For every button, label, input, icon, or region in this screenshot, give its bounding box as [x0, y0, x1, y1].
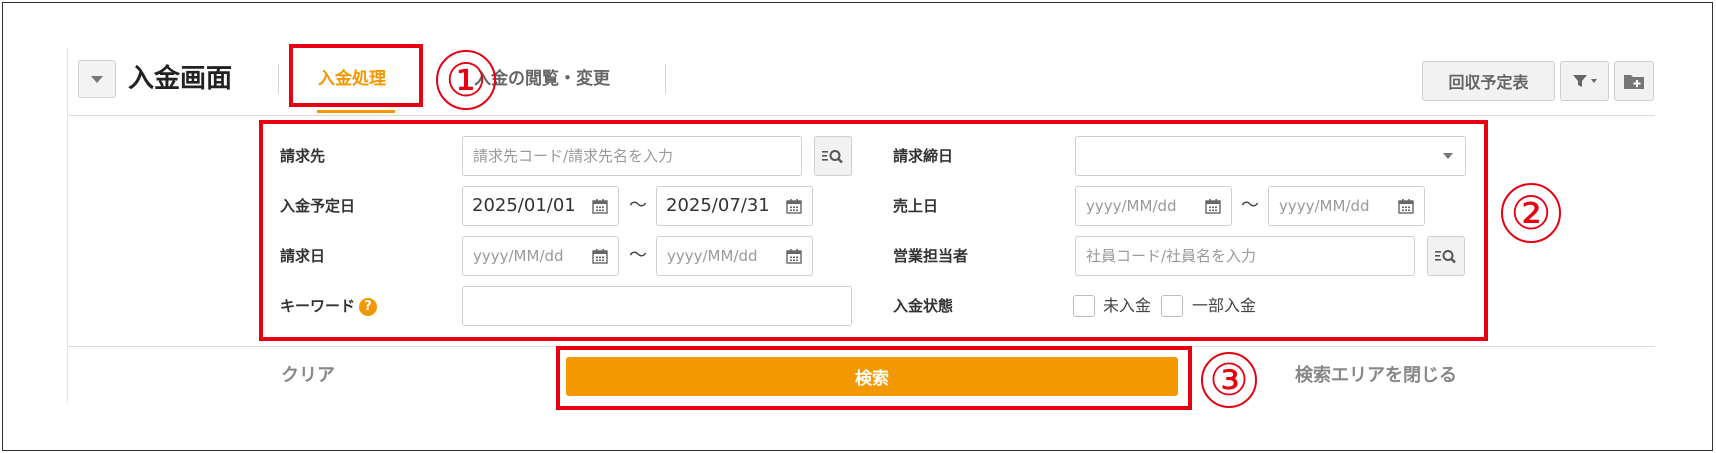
close-search-area-link[interactable]: 検索エリアを閉じる — [1295, 363, 1457, 389]
header-divider — [278, 64, 279, 94]
annotation-box-2 — [259, 120, 1488, 341]
annotation-number-2: ② — [1501, 183, 1561, 243]
caret-down-icon — [91, 75, 103, 83]
active-tab-indicator — [317, 110, 395, 113]
filter-icon — [1572, 75, 1597, 87]
panel-edge — [67, 48, 68, 403]
header-divider-line — [67, 115, 1655, 116]
collection-schedule-label: 回収予定表 — [1448, 73, 1529, 92]
folder-plus-icon — [1624, 75, 1644, 89]
collection-schedule-button[interactable]: 回収予定表 — [1422, 61, 1555, 101]
annotation-box-1 — [289, 44, 423, 107]
annotation-number-1: ① — [436, 50, 496, 110]
annotation-number-3: ③ — [1201, 352, 1257, 408]
annotation-box-3 — [556, 346, 1192, 410]
page-title: 入金画面 — [128, 64, 233, 94]
add-folder-button[interactable] — [1614, 61, 1654, 101]
collapse-toggle-button[interactable] — [78, 60, 116, 98]
header-divider — [665, 64, 666, 94]
clear-link[interactable]: クリア — [281, 363, 335, 389]
filter-dropdown-button[interactable] — [1560, 61, 1609, 101]
